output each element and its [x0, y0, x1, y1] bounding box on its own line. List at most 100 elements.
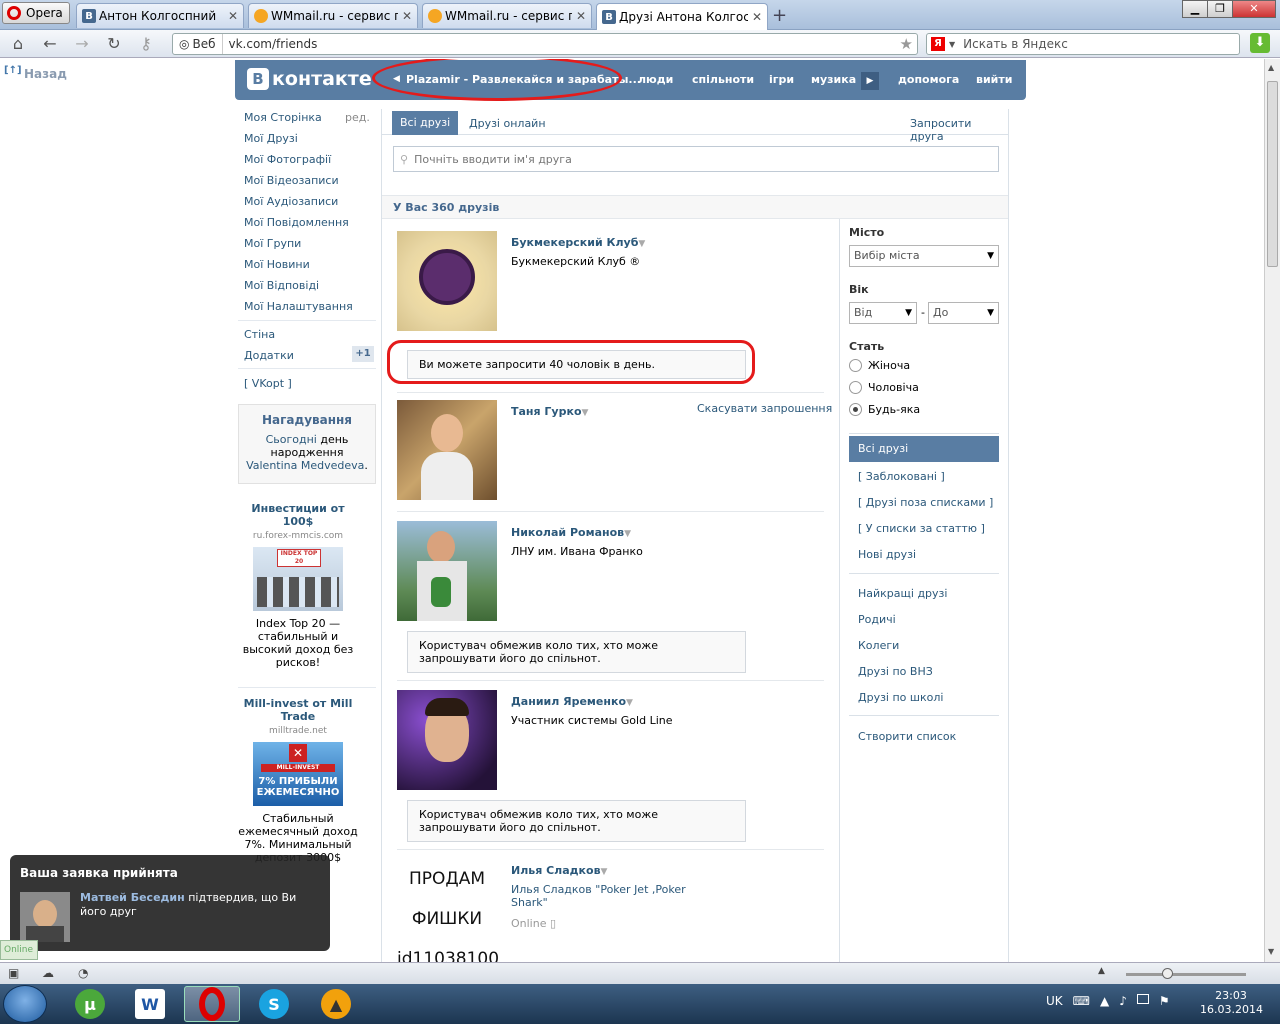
friend-dropdown-icon[interactable]: ▼ [582, 408, 589, 418]
nav-my-page[interactable]: Моя Сторінка [244, 111, 322, 124]
notification-popup[interactable]: Ваша заявка прийнята Матвей Беседин підт… [10, 855, 330, 951]
list-new-friends[interactable]: Нові друзі [858, 548, 916, 561]
friend-photo[interactable] [397, 690, 497, 790]
scrollbar-thumb[interactable] [1267, 81, 1278, 267]
browser-tab[interactable]: B Антон Колгоспний ✕ [76, 3, 244, 28]
forward-icon[interactable]: → [72, 34, 92, 54]
friend-name[interactable]: Таня Гурко▼ [511, 405, 588, 418]
taskbar-clock[interactable]: 23:03 16.03.2014 [1200, 989, 1263, 1017]
friend-photo[interactable] [397, 521, 497, 621]
ad-title[interactable]: Инвестиции от 100$ [238, 502, 358, 528]
web-badge[interactable]: ◎ Веб [173, 34, 223, 54]
home-icon[interactable]: ⌂ [8, 34, 28, 54]
menu-help[interactable]: допомога [898, 73, 959, 86]
keyboard-icon[interactable]: ⌨ [1073, 994, 1090, 1008]
taskbar-utorrent[interactable]: µ [62, 986, 118, 1022]
network-icon[interactable] [1136, 994, 1149, 1004]
nav-edit-link[interactable]: ред. [345, 111, 370, 124]
action-center-icon[interactable]: ⚑ [1159, 994, 1170, 1008]
nav-my-groups[interactable]: Мої Групи [244, 237, 301, 250]
apps-count-badge[interactable]: +1 [352, 346, 374, 362]
tab-all-friends[interactable]: Всі друзі [392, 111, 459, 135]
friend-photo[interactable] [397, 400, 497, 500]
cancel-request-link[interactable]: Скасувати запрошення [697, 402, 832, 415]
opera-menu-button[interactable]: Opera [2, 2, 70, 24]
nav-my-messages[interactable]: Мої Повідомлення [244, 216, 349, 229]
nav-my-photos[interactable]: Мої Фотографії [244, 153, 331, 166]
friend-dropdown-icon[interactable]: ▼ [601, 867, 608, 877]
nav-my-videos[interactable]: Мої Відеозаписи [244, 174, 339, 187]
start-button[interactable] [3, 985, 47, 1023]
ad-image[interactable]: ✕ MILL-INVEST 7% ПРИБЫЛИ ЕЖЕМЕСЯЧНО [253, 742, 343, 806]
tab-close-icon[interactable]: ✕ [752, 10, 762, 24]
taskbar-opera[interactable] [184, 986, 240, 1022]
friend-photo[interactable] [397, 231, 497, 331]
zoom-slider-knob[interactable] [1162, 968, 1173, 979]
ad-block[interactable]: Инвестиции от 100$ ru.forex-mmcis.com IN… [238, 502, 358, 669]
ad-title[interactable]: Mill-invest от Mill Trade [238, 697, 358, 723]
cloud-icon[interactable]: ☁ [42, 966, 54, 980]
list-best-friends[interactable]: Найкращі друзі [858, 587, 947, 600]
new-tab-icon[interactable]: + [772, 5, 787, 26]
friend-dropdown-icon[interactable]: ▼ [624, 529, 631, 539]
tab-friends-online[interactable]: Друзі онлайн [469, 117, 546, 130]
taskbar-skype[interactable]: S [246, 986, 302, 1022]
close-window-icon[interactable]: ✕ [1232, 0, 1276, 18]
zoom-slider[interactable] [1126, 968, 1246, 979]
back-icon[interactable]: ← [40, 34, 60, 54]
notification-name-link[interactable]: Матвей Беседин [80, 891, 185, 904]
menu-communities[interactable]: спільноти [692, 73, 754, 86]
menu-music[interactable]: музика [811, 73, 856, 86]
tab-close-icon[interactable]: ✕ [576, 9, 586, 23]
browser-tab[interactable]: WMmail.ru - сервис п... ✕ [248, 3, 418, 28]
bookmark-star-icon[interactable]: ★ [900, 35, 913, 53]
ad-image[interactable]: INDEX TOP 20 [253, 547, 343, 611]
search-engine-dropdown-icon[interactable]: ▼ [949, 40, 955, 49]
sex-radio-male[interactable]: Чоловіча [849, 381, 919, 394]
friend-subtitle-link[interactable]: Илья Сладков "Poker Jet ,Poker Shark" [511, 883, 701, 909]
sex-radio-female[interactable]: Жіноча [849, 359, 910, 372]
list-school[interactable]: Друзі по школі [858, 691, 943, 704]
zoom-menu-icon[interactable]: ▲ [1098, 966, 1105, 976]
taskbar-word[interactable]: W [122, 986, 178, 1022]
reminder-today-link[interactable]: Сьогодні [266, 433, 317, 446]
nav-my-answers[interactable]: Мої Відповіді [244, 279, 319, 292]
key-icon[interactable]: ⚷ [136, 34, 156, 54]
vk-logo[interactable]: Вконтакте [247, 68, 372, 90]
sex-radio-any[interactable]: Будь-яка [849, 403, 920, 416]
list-all-friends[interactable]: Всі друзі [849, 436, 999, 462]
minimize-icon[interactable]: ▁ [1182, 0, 1208, 18]
friend-photo[interactable]: ПРОДАМ ФИШКИ id11038100 [397, 859, 499, 962]
restore-icon[interactable]: ❐ [1207, 0, 1233, 18]
age-to-select[interactable]: До ▼ [928, 302, 999, 324]
friend-name[interactable]: Букмекерский Клуб▼ [511, 236, 645, 249]
tab-close-icon[interactable]: ✕ [228, 9, 238, 23]
speed-dial-icon[interactable]: ◔ [78, 966, 88, 980]
nav-wall[interactable]: Стіна [244, 328, 275, 341]
invite-friend-link[interactable]: Запросити друга [910, 117, 1008, 143]
tab-close-icon[interactable]: ✕ [402, 9, 412, 23]
avatar[interactable] [20, 892, 70, 942]
list-by-sex[interactable]: [ У списки за статтю ] [858, 522, 985, 535]
nav-my-friends[interactable]: Мої Друзі [244, 132, 298, 145]
taskbar-aimp[interactable]: ▲ [308, 986, 364, 1022]
yandex-search-input[interactable]: Я ▼ Искать в Яндекс [926, 33, 1240, 55]
panel-toggle-icon[interactable]: ▣ [8, 966, 19, 980]
menu-next-arrow-icon[interactable]: ▶ [861, 72, 879, 90]
reminder-name-link[interactable]: Valentina Medvedeva [246, 459, 364, 472]
address-bar[interactable]: ◎ Веб vk.com/friends ★ [172, 33, 918, 55]
nav-my-news[interactable]: Мої Новини [244, 258, 310, 271]
scroll-up-icon[interactable]: ▲ [1268, 63, 1274, 72]
friend-name[interactable]: Николай Романов▼ [511, 526, 631, 539]
nav-my-settings[interactable]: Мої Налаштування [244, 300, 353, 313]
list-university[interactable]: Друзі по ВНЗ [858, 665, 933, 678]
back-link[interactable]: [↑] Назад [4, 65, 67, 81]
friend-name[interactable]: Даниил Яременко▼ [511, 695, 633, 708]
download-icon[interactable]: ⬇ [1250, 33, 1270, 53]
ad-block[interactable]: Mill-invest от Mill Trade milltrade.net … [238, 697, 358, 864]
scroll-down-icon[interactable]: ▼ [1268, 947, 1274, 956]
nav-my-audio[interactable]: Мої Аудіозаписи [244, 195, 338, 208]
tray-expand-icon[interactable]: ▲ [1100, 994, 1109, 1008]
friend-name[interactable]: Илья Сладков▼ [511, 864, 607, 877]
friend-search-input[interactable]: ⚲ Почніть вводити ім'я друга [393, 146, 999, 172]
